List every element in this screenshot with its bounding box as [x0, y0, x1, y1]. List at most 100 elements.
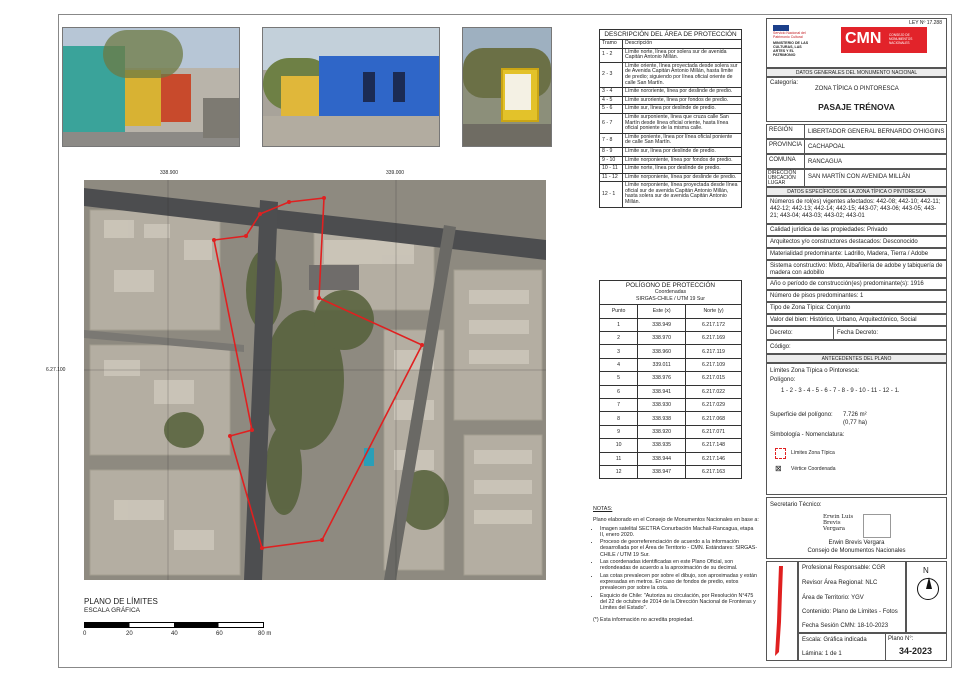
polygon-subtitle-2: SIRGAS-CHILE / UTM 19 Sur — [636, 295, 705, 302]
specific-row: Arquitectos y/o constructores destacados… — [766, 236, 947, 248]
plan-number: 34-2023 — [899, 646, 933, 656]
notes-footnote: (*) Esta información no acredita propied… — [593, 617, 694, 624]
table-row: 5 338.976 6.217.015 — [598, 371, 742, 386]
address-row: DIRECCIÓN UBICACIÓN LUGAR SAN MARTÍN CON … — [766, 169, 947, 187]
table-row: 8 - 9 Límite sur, línea por deslinde de p… — [599, 146, 742, 157]
specific-header: DATOS ESPECÍFICOS DE LA ZONA TÍPICA O PI… — [766, 187, 947, 196]
polygon-sequence: 1 - 2 - 3 - 4 - 5 - 6 - 7 - 8 - 9 - 10 -… — [781, 388, 900, 394]
description-col-desc: Descripción — [622, 39, 742, 49]
antecedents-header: ANTECEDENTES DEL PLANO — [766, 354, 947, 363]
scale-tick: 20 — [126, 631, 133, 637]
specific-row: Calidad jurídica de las propiedades: Pri… — [766, 224, 947, 236]
scale-tick: 80 m — [258, 631, 272, 637]
antecedents-box: Límites Zona Típica o Pintoresca: Polígo… — [766, 363, 947, 495]
description-col-tramo: Tramo — [599, 39, 623, 49]
secretary-box: Secretario Técnico: Erwin Luis Brevis Ve… — [766, 497, 947, 559]
vertex-legend-icon: ⊠ — [775, 464, 782, 473]
signature-stamp — [863, 514, 891, 538]
table-row: 1 - 2 Límite norte, línea por solera sur … — [599, 47, 742, 63]
table-row: 10 338.935 6.217.148 — [598, 438, 742, 453]
list-item: Las coordenadas identificadas en este Pl… — [600, 559, 759, 572]
scale-tick: 60 — [216, 631, 223, 637]
category-row: Categoría: ZONA TÍPICA O PINTORESCA PASA… — [766, 77, 947, 122]
table-row: 7 338.930 6.217.029 — [598, 397, 742, 413]
photo-street-houses — [62, 27, 240, 147]
table-row: 12 338.947 6.217.163 — [598, 464, 742, 480]
law-text: LEY Nº 17.288 — [909, 20, 942, 26]
polygon-col-east: Este (x) — [637, 304, 687, 319]
list-item: Las cotas prevalecen por sobre el dibujo… — [600, 573, 759, 592]
category-value: ZONA TÍPICA O PINTORESCA — [815, 86, 899, 92]
table-row: 11 - 12 Límite norponiente, línea por des… — [599, 172, 742, 183]
scale-sheet-box: Escala: Gráfica indicada Lámina: 1 de 1 … — [798, 633, 947, 661]
commune-row: COMUNA RANCAGUA — [766, 154, 947, 169]
table-row: 6 338.941 6.217.022 — [598, 384, 742, 399]
coord-top-left: 338.900 — [160, 170, 179, 176]
table-row: 11 338.944 6.217.146 — [598, 451, 742, 466]
table-row: 4 - 5 Límite suroriente, línea por fondos… — [599, 95, 742, 106]
specific-row: Sistema constructivo: Mixto, Albañilería… — [766, 260, 947, 278]
region-row: REGIÓN LIBERTADOR GENERAL BERNARDO O'HIGG… — [766, 124, 947, 139]
north-arrow-box: N — [906, 561, 947, 633]
table-row: 2 338.970 6.217.169 — [598, 330, 742, 346]
table-row: 5 - 6 Límite sur, línea por deslinde de p… — [599, 104, 742, 114]
photo-info-sign — [462, 27, 552, 147]
description-table: DESCRIPCIÓN DEL ÁREA DE PROTECCIÓN Tramo… — [599, 29, 742, 208]
notes-intro: Plano elaborado en el Consejo de Monumen… — [593, 517, 759, 524]
cmn-logo: CMN CONSEJO DE MONUMENTOS NACIONALES — [841, 27, 927, 53]
table-row: 4 339.011 6.217.109 — [598, 357, 742, 373]
general-header: DATOS GENERALES DEL MONUMENTO NACIONAL — [766, 68, 947, 77]
specific-row: Tipo de Zona Típica: Conjunto — [766, 302, 947, 314]
table-row: 7 - 8 Límite poniente, línea por línea of… — [599, 132, 742, 148]
specific-row: Número de pisos predominantes: 1 — [766, 290, 947, 302]
aerial-map — [84, 180, 546, 580]
table-row: 12 - 1 Límite norponiente, línea proyecta… — [599, 181, 742, 208]
signature: Erwin Luis Brevis Vergara — [823, 514, 854, 532]
area-ha: (0,77 ha) — [843, 420, 868, 426]
scale-title: ESCALA GRÁFICA — [84, 607, 140, 614]
specific-row: Año o período de construcción(es) predom… — [766, 278, 947, 290]
area-value: 7.726 m² — [843, 412, 867, 418]
list-item: Esquicio de Chile: "Autoriza su circulac… — [600, 593, 759, 612]
specific-row: Valor del bien: Histórico, Urbano, Arqui… — [766, 314, 947, 326]
table-row: 2 - 3 Límite oriente, línea proyectada de… — [599, 61, 742, 89]
info-rows: Profesional Responsable: CGR Revisor Áre… — [798, 561, 906, 633]
scale-tick: 0 — [83, 631, 87, 637]
chile-map-icon — [775, 566, 783, 656]
notes-title: NOTAS: — [593, 506, 613, 512]
map-title: PLANO DE LÍMITES — [84, 597, 158, 606]
code-row: Código: — [766, 340, 947, 354]
north-label: N — [923, 566, 929, 575]
ministry-logo: Servicio Nacional del Patrimonio Cultura… — [773, 25, 813, 57]
photo-blue-facade — [262, 27, 440, 147]
chile-map-box — [766, 561, 798, 661]
table-row: 3 338.960 6.217.119 — [598, 344, 742, 359]
scale-bar — [84, 622, 264, 628]
table-row: 8 338.938 6.217.068 — [598, 411, 742, 426]
limits-legend-icon — [775, 448, 786, 459]
north-arrow-icon — [917, 577, 939, 600]
table-row: 3 - 4 Límite nororiente, línea por deslin… — [599, 87, 742, 97]
polygon-table: POLÍGONO DE PROTECCIÓN Coordenadas SIRGA… — [598, 279, 742, 480]
table-row: 1 338.949 6.217.172 — [598, 317, 742, 333]
aerial-map-svg — [84, 180, 546, 580]
table-row: 9 - 10 Límite norponiente, línea por fond… — [599, 155, 742, 166]
decree-row: Decreto: Fecha Decreto: — [766, 326, 947, 340]
logo-block: LEY Nº 17.288 Servicio Nacional del Patr… — [766, 18, 947, 68]
notes: NOTAS: Plano elaborado en el Consejo de … — [593, 506, 759, 624]
monument-name: PASAJE TRÉNOVA — [818, 102, 895, 112]
description-title: DESCRIPCIÓN DEL ÁREA DE PROTECCIÓN — [599, 29, 742, 40]
specific-row: Materialidad predominante: Ladrillo, Mad… — [766, 248, 947, 260]
list-item: Imagen satelital SECTRA Conurbación Mach… — [600, 526, 759, 539]
scale-tick: 40 — [171, 631, 178, 637]
table-row: 9 338.920 6.217.071 — [598, 424, 742, 440]
specific-row: Números de rol(es) vigentes afectados: 4… — [766, 196, 947, 224]
polygon-col-point: Punto — [598, 304, 639, 319]
polygon-col-north: Norte (y) — [685, 304, 742, 319]
list-item: Proceso de georreferenciación de acuerdo… — [600, 539, 759, 558]
table-row: 10 - 11 Límite norte, línea por deslinde … — [599, 164, 742, 174]
coord-left: 6.27.100 — [46, 367, 66, 373]
province-row: PROVINCIA CACHAPOAL — [766, 139, 947, 154]
coord-top-right: 339.000 — [386, 170, 405, 176]
table-row: 6 - 7 Límite surponiente, línea que cruza… — [599, 112, 742, 134]
